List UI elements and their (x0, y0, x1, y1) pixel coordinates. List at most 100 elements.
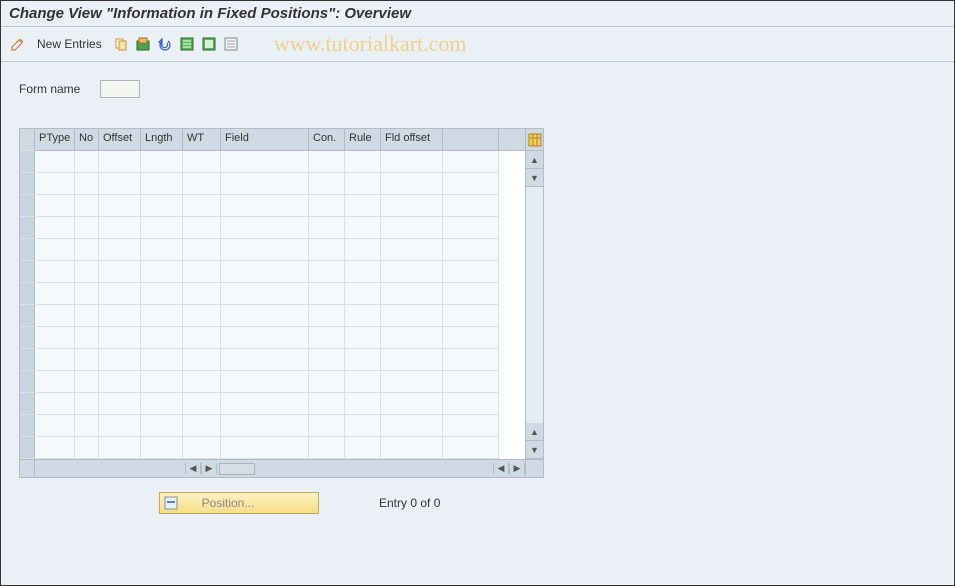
table-cell[interactable] (381, 151, 443, 173)
table-cell[interactable] (99, 393, 141, 415)
table-cell[interactable] (141, 195, 183, 217)
table-cell[interactable] (183, 217, 221, 239)
vscroll-down-icon[interactable]: ▼ (526, 169, 543, 187)
undo-icon[interactable] (156, 35, 174, 53)
table-cell[interactable] (75, 195, 99, 217)
table-cell[interactable] (75, 415, 99, 437)
row-selector[interactable] (20, 437, 35, 459)
table-cell[interactable] (309, 393, 345, 415)
table-cell[interactable] (75, 393, 99, 415)
table-cell[interactable] (183, 349, 221, 371)
form-name-input[interactable] (100, 80, 140, 98)
table-cell[interactable] (221, 173, 309, 195)
table-cell[interactable] (381, 261, 443, 283)
row-selector[interactable] (20, 349, 35, 371)
table-cell[interactable] (345, 327, 381, 349)
table-cell[interactable] (309, 327, 345, 349)
table-cell[interactable] (345, 305, 381, 327)
vscroll-track[interactable] (526, 187, 543, 423)
table-cell[interactable] (309, 195, 345, 217)
table-cell[interactable] (221, 305, 309, 327)
hscroll-thumb[interactable] (219, 463, 255, 475)
selection-icon[interactable] (200, 35, 218, 53)
table-cell[interactable] (35, 327, 75, 349)
table-cell[interactable] (309, 283, 345, 305)
table-cell[interactable] (443, 371, 499, 393)
row-selector[interactable] (20, 217, 35, 239)
col-header-extra[interactable] (443, 129, 499, 150)
table-cell[interactable] (75, 173, 99, 195)
table-cell[interactable] (99, 261, 141, 283)
table-cell[interactable] (345, 371, 381, 393)
table-cell[interactable] (35, 437, 75, 459)
hscroll-right-icon[interactable]: ▶ (201, 463, 217, 474)
hscroll-left-icon[interactable]: ◀ (185, 463, 201, 474)
table-cell[interactable] (443, 195, 499, 217)
table-cell[interactable] (221, 393, 309, 415)
table-cell[interactable] (183, 261, 221, 283)
position-button[interactable]: Position... (159, 492, 319, 514)
table-cell[interactable] (75, 261, 99, 283)
table-cell[interactable] (183, 283, 221, 305)
table-cell[interactable] (443, 437, 499, 459)
table-cell[interactable] (309, 437, 345, 459)
table-cell[interactable] (183, 151, 221, 173)
table-cell[interactable] (141, 437, 183, 459)
table-cell[interactable] (345, 217, 381, 239)
table-cell[interactable] (309, 151, 345, 173)
table-cell[interactable] (75, 371, 99, 393)
table-cell[interactable] (443, 283, 499, 305)
table-cell[interactable] (141, 283, 183, 305)
table-cell[interactable] (183, 305, 221, 327)
table-cell[interactable] (345, 415, 381, 437)
table-cell[interactable] (221, 437, 309, 459)
table-cell[interactable] (381, 173, 443, 195)
row-selector[interactable] (20, 415, 35, 437)
col-header-field[interactable]: Field (221, 129, 309, 150)
table-cell[interactable] (99, 151, 141, 173)
table-cell[interactable] (183, 239, 221, 261)
hscroll-right2-icon[interactable]: ▶ (509, 463, 525, 474)
row-selector[interactable] (20, 173, 35, 195)
row-selector[interactable] (20, 305, 35, 327)
table-cell[interactable] (309, 305, 345, 327)
hscroll-left2-icon[interactable]: ◀ (493, 463, 509, 474)
table-cell[interactable] (345, 349, 381, 371)
table-cell[interactable] (345, 283, 381, 305)
row-selector[interactable] (20, 327, 35, 349)
table-cell[interactable] (183, 173, 221, 195)
table-cell[interactable] (35, 305, 75, 327)
table-cell[interactable] (75, 437, 99, 459)
table-cell[interactable] (183, 393, 221, 415)
table-cell[interactable] (221, 415, 309, 437)
table-cell[interactable] (75, 239, 99, 261)
table-cell[interactable] (443, 327, 499, 349)
vscroll-up2-icon[interactable]: ▲ (526, 423, 543, 441)
deselect-icon[interactable] (222, 35, 240, 53)
table-cell[interactable] (183, 195, 221, 217)
table-cell[interactable] (183, 327, 221, 349)
table-cell[interactable] (35, 415, 75, 437)
table-cell[interactable] (35, 283, 75, 305)
col-header-lngth[interactable]: Lngth (141, 129, 183, 150)
row-selector[interactable] (20, 261, 35, 283)
table-cell[interactable] (141, 415, 183, 437)
table-cell[interactable] (99, 239, 141, 261)
table-cell[interactable] (35, 151, 75, 173)
change-icon[interactable] (9, 35, 27, 53)
save-variant-icon[interactable] (134, 35, 152, 53)
table-cell[interactable] (183, 371, 221, 393)
vscroll-up-icon[interactable]: ▲ (526, 151, 543, 169)
table-cell[interactable] (99, 305, 141, 327)
table-cell[interactable] (99, 415, 141, 437)
table-cell[interactable] (221, 349, 309, 371)
table-cell[interactable] (309, 371, 345, 393)
col-header-offset[interactable]: Offset (99, 129, 141, 150)
table-cell[interactable] (99, 349, 141, 371)
table-cell[interactable] (221, 239, 309, 261)
table-cell[interactable] (141, 349, 183, 371)
table-cell[interactable] (75, 305, 99, 327)
table-cell[interactable] (345, 261, 381, 283)
col-header-wt[interactable]: WT (183, 129, 221, 150)
table-cell[interactable] (141, 393, 183, 415)
